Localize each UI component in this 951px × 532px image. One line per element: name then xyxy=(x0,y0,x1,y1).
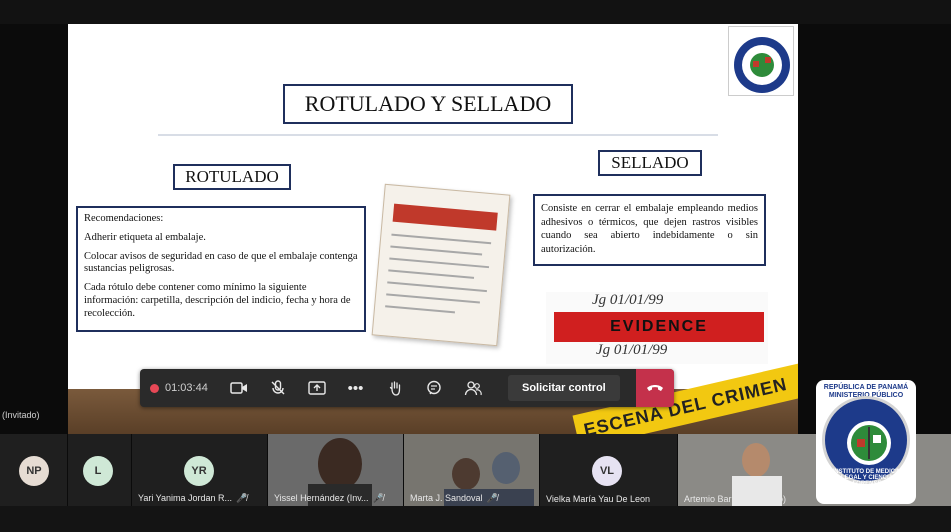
institute-seal-logo: REPÚBLICA DE PANAMÁ MINISTERIO PÚBLICO I… xyxy=(816,380,916,504)
share-screen-icon[interactable] xyxy=(297,369,336,407)
evidence-tape: EVIDENCE xyxy=(554,312,764,342)
participant-name: Yissel Hernández (Inv... 🎤̸ xyxy=(274,493,384,504)
participant-tile[interactable]: VL Vielka María Yau De Leon xyxy=(540,434,677,506)
participant-name: Yari Yanima Jordan R... 🎤̸ xyxy=(138,493,247,504)
raise-hand-icon[interactable] xyxy=(375,369,414,407)
participant-tile[interactable]: Yissel Hernández (Inv... 🎤̸ xyxy=(268,434,403,506)
chat-icon[interactable] xyxy=(414,369,453,407)
recommendations-box: Recomendaciones: Adherir etiqueta al emb… xyxy=(76,206,366,332)
avatar: L xyxy=(83,456,113,486)
phone-hangup-icon xyxy=(647,385,663,391)
mic-off-icon: 🎤̸ xyxy=(486,493,498,503)
participant-name-text: Yissel Hernández (Inv... xyxy=(274,493,369,503)
participant-name-text: Yari Yanima Jordan R... xyxy=(138,493,233,503)
recording-icon xyxy=(150,383,159,393)
ministerio-publico-logo xyxy=(728,26,794,96)
participants-icon[interactable] xyxy=(453,369,492,407)
seal-ring-text: INSTITUTO DE MEDICINA LEGAL Y CIENCIAS F… xyxy=(832,469,906,487)
evidence-label-image xyxy=(371,183,511,347)
participant-tile[interactable]: Marta J. Sandoval 🎤̸ xyxy=(404,434,539,506)
mic-off-icon: 🎤̸ xyxy=(236,493,248,503)
call-timer: 01:03:44 xyxy=(165,382,208,394)
recommendation-text: Colocar avisos de seguridad en caso de q… xyxy=(84,250,358,275)
participant-strip: NP L YR Yari Yanima Jordan R... 🎤̸ Yissel… xyxy=(0,434,951,506)
participant-name: Artemio Barrios (Invitado) xyxy=(684,494,787,504)
participant-tile[interactable]: L xyxy=(68,434,131,506)
divider xyxy=(158,134,718,136)
evidence-date-top: Jg 01/01/99 xyxy=(592,292,664,308)
participant-tile[interactable]: NP xyxy=(0,434,67,506)
participant-name: Vielka María Yau De Leon xyxy=(546,494,651,504)
avatar: YR xyxy=(184,456,214,486)
top-bar xyxy=(0,0,951,24)
camera-icon[interactable] xyxy=(219,369,258,407)
recommendation-text: Adherir etiqueta al embalaje. xyxy=(84,231,206,243)
participant-name-text: Marta J. Sandoval xyxy=(410,493,483,503)
meeting-controls: 01:03:44 ••• Solicitar control xyxy=(140,369,674,407)
mic-off-icon[interactable] xyxy=(258,369,297,407)
avatar: NP xyxy=(19,456,49,486)
more-options-icon[interactable]: ••• xyxy=(336,369,375,407)
sellado-heading: SELLADO xyxy=(598,150,702,176)
rotulado-heading: ROTULADO xyxy=(173,164,291,190)
evidence-tape-image: Jg 01/01/99 EVIDENCE Jg 01/01/99 xyxy=(546,292,768,364)
seal-ring: INSTITUTO DE MEDICINA LEGAL Y CIENCIAS F… xyxy=(822,396,910,487)
meeting-window: ROTULADO Y SELLADO ROTULADO SELLADO Reco… xyxy=(0,0,951,532)
avatar: VL xyxy=(592,456,622,486)
participant-name: Marta J. Sandoval 🎤̸ xyxy=(410,493,498,504)
bottom-bar xyxy=(0,506,951,532)
mic-off-icon: 🎤̸ xyxy=(372,493,384,503)
seal-emblem xyxy=(847,421,891,465)
sellado-description: Consiste en cerrar el embalaje empleando… xyxy=(533,194,766,266)
recommendation-text: Recomendaciones: xyxy=(84,213,164,224)
hang-up-button[interactable] xyxy=(636,369,674,407)
request-control-button[interactable]: Solicitar control xyxy=(508,375,620,401)
participant-label: (Invitado) xyxy=(2,410,40,420)
evidence-date-bottom: Jg 01/01/99 xyxy=(596,342,668,358)
participant-tile[interactable]: YR Yari Yanima Jordan R... 🎤̸ xyxy=(132,434,267,506)
recommendation-text: Cada rótulo debe contener como mínimo la… xyxy=(84,282,351,319)
slide-title: ROTULADO Y SELLADO xyxy=(283,84,573,124)
